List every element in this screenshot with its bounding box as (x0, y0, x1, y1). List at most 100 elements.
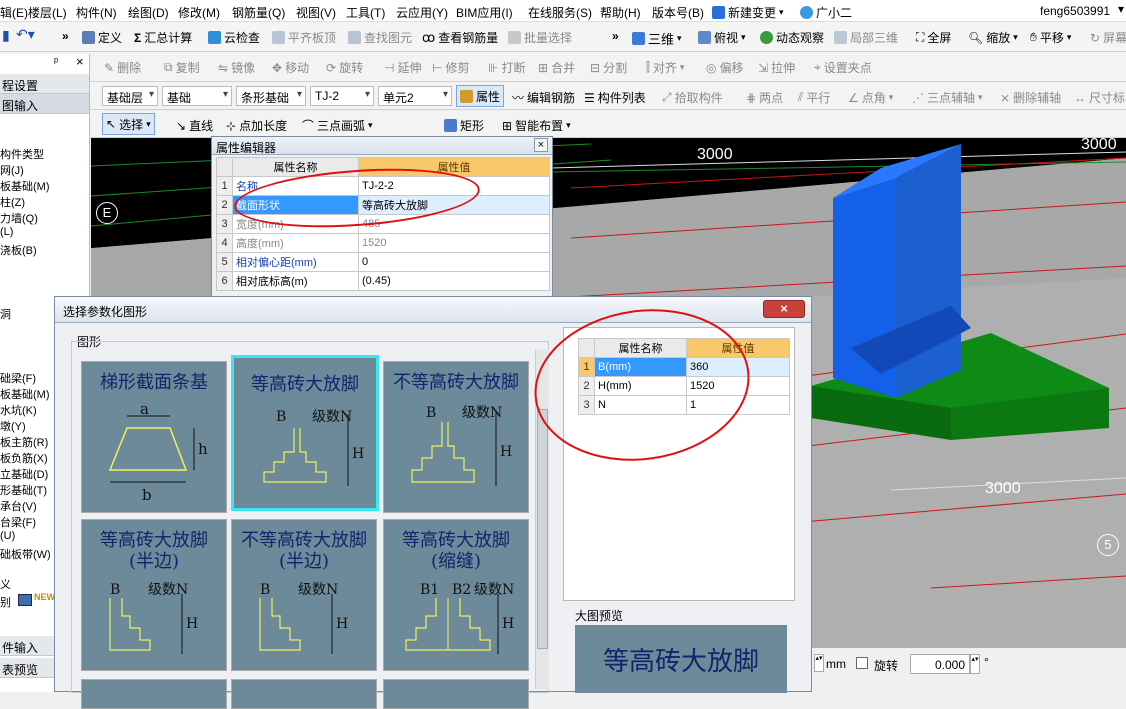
dynamic-view-button[interactable]: 动态观察 (760, 29, 824, 46)
flat-top-button[interactable]: 平齐板顶 (272, 29, 336, 46)
copy-button[interactable]: ⧉ 复制 (164, 59, 200, 76)
property-button[interactable]: 属性 (456, 85, 505, 107)
offset-button[interactable]: ◎ 偏移 (706, 59, 744, 76)
list-item[interactable]: 水坑(K) (0, 402, 37, 418)
shape-thumb-unequal-half[interactable]: 不等高砖大放脚(半边) B 级数N H (231, 519, 377, 671)
list-item[interactable]: 板基础(M) (0, 386, 50, 402)
list-item[interactable]: 承台(V) (0, 498, 37, 514)
pin-icon[interactable]: ᵖ (54, 56, 58, 68)
view-rebar-button[interactable]: ꝏ 查看钢筋量 (422, 29, 498, 46)
menu-floor[interactable]: 楼层(L) (28, 4, 67, 21)
rotate-checkbox[interactable] (856, 657, 868, 669)
select-button[interactable]: ↖ 选择 ▾ (102, 113, 155, 135)
shape-thumb-row3[interactable] (81, 679, 227, 709)
list-item[interactable]: 台梁(F) (0, 514, 36, 530)
menu-view[interactable]: 视图(V) (296, 4, 336, 21)
shape-thumb-row3[interactable] (231, 679, 377, 709)
stretch-button[interactable]: ⇲ 拉伸 (758, 59, 795, 76)
trim-button[interactable]: ⊢ 修剪 (432, 59, 469, 76)
floor-select[interactable]: 基础层 (102, 86, 158, 106)
rotate-spin-icon[interactable]: ▴▾ (970, 654, 980, 674)
list-item[interactable]: 网(J) (0, 162, 24, 178)
zoom-button[interactable]: 🔍︎ 缩放 ▾ (968, 29, 1018, 46)
pick-component-button[interactable]: ⤢ 拾取构件 (662, 89, 723, 106)
close-button[interactable]: × (763, 300, 805, 318)
screen-rotate-button[interactable]: ↻ 屏幕 (1090, 29, 1126, 46)
component-list-button[interactable]: ☰ 构件列表 (584, 89, 646, 106)
user-menu-chevron-icon[interactable]: ▾ (1118, 2, 1124, 16)
3d-button[interactable]: 三维 ▾ (632, 29, 682, 48)
shape-thumb-equal-brick-footing[interactable]: 等高砖大放脚 B 级数N H (231, 355, 379, 511)
menu-bim[interactable]: BIM应用(I) (456, 4, 513, 21)
point-length-button[interactable]: ⊹ 点加长度 (226, 117, 287, 134)
rect-button[interactable]: 矩形 (444, 117, 484, 134)
menu-help[interactable]: 帮助(H) (600, 4, 641, 21)
shape-thumb-unequal-brick-footing[interactable]: 不等高砖大放脚 B 级数N H (383, 361, 529, 513)
delete-aux-button[interactable]: ⨯ 删除辅轴 (1000, 89, 1061, 106)
list-item[interactable]: 础板带(W) (0, 546, 51, 562)
menu-version[interactable]: 版本号(B) (652, 4, 704, 21)
menu-draw[interactable]: 绘图(D) (128, 4, 169, 21)
extend-button[interactable]: ⊣ 延伸 (384, 59, 421, 76)
table-row[interactable]: 5 相对偏心距(mm) 0 (216, 252, 550, 272)
rotate-button[interactable]: ⟳ 旋转 (326, 59, 363, 76)
split-button[interactable]: ⊟ 分割 (590, 59, 627, 76)
two-points-button[interactable]: ⋕ 两点 (746, 89, 783, 106)
set-grip-button[interactable]: ⌖ 设置夹点 (814, 59, 872, 76)
menu-online[interactable]: 在线服务(S) (528, 4, 592, 21)
cloud-check-button[interactable]: 云检查 (208, 29, 260, 46)
smart-layout-button[interactable]: ⊞ 智能布置 ▾ (502, 117, 571, 134)
unit-select[interactable]: 单元2 (378, 86, 452, 106)
tab-project-settings[interactable]: 程设置 (0, 74, 89, 94)
overflow-chevron-icon[interactable]: » (62, 29, 69, 43)
list-item[interactable]: 洞 (0, 306, 11, 322)
close-icon[interactable]: × (534, 138, 548, 152)
list-item[interactable]: 板主筋(R) (0, 434, 48, 450)
point-angle-button[interactable]: ∠ 点角 ▾ (848, 89, 893, 106)
dimension-button[interactable]: ↔ 尺寸标 (1074, 89, 1125, 106)
table-row[interactable]: 4 高度(mm) 1520 (216, 233, 550, 253)
property-editor-titlebar[interactable]: 属性编辑器 × (212, 137, 552, 155)
menu-modify[interactable]: 修改(M) (178, 4, 220, 21)
list-item[interactable]: 形基础(T) (0, 482, 47, 498)
user-name[interactable]: feng6503991 (1040, 4, 1110, 18)
list-item[interactable]: (L) (0, 226, 13, 238)
spin-icon[interactable]: ▴▾ (814, 654, 824, 672)
full-screen-button[interactable]: ⛶ 全屏 (916, 29, 951, 46)
define-button[interactable]: 定义 (82, 29, 122, 46)
move-button[interactable]: ✥ 移动 (272, 59, 309, 76)
sum-calc-button[interactable]: Σ 汇总计算 (134, 29, 192, 46)
break-button[interactable]: ⊪ 打断 (488, 59, 525, 76)
undo-icon[interactable]: ↶▾ (16, 26, 35, 43)
batch-select-button[interactable]: 批量选择 (508, 29, 572, 46)
list-item[interactable]: 力墙(Q) (0, 210, 38, 226)
top-view-button[interactable]: 俯视 ▾ (698, 29, 746, 46)
list-item[interactable]: 别 (0, 594, 11, 610)
menu-component[interactable]: 构件(N) (76, 4, 117, 21)
rotate-input[interactable]: 0.000 (910, 654, 970, 674)
tab-drawing-input[interactable]: 图输入 (0, 94, 89, 114)
assistant-button[interactable]: 广小二 (800, 4, 852, 21)
list-item[interactable]: (U) (0, 530, 15, 542)
local-3d-button[interactable]: 局部三维 (834, 29, 898, 46)
type-select[interactable]: 条形基础 (236, 86, 306, 106)
element-select[interactable]: TJ-2 (310, 86, 374, 106)
scrollbar-thumb[interactable] (537, 409, 548, 649)
delete-button[interactable]: ✎ 删除 (104, 59, 141, 76)
menu-tools[interactable]: 工具(T) (346, 4, 385, 21)
category-select[interactable]: 基础 (162, 86, 232, 106)
list-item[interactable]: 构件类型 (0, 146, 44, 162)
new-change-button[interactable]: 新建变更 ▾ (712, 4, 784, 21)
parallel-button[interactable]: ⫽ 平行 (798, 89, 830, 106)
shape-thumb-row3[interactable] (383, 679, 529, 709)
align-button[interactable]: ⫿ 对齐 ▾ (646, 59, 684, 76)
list-item[interactable]: 础梁(F) (0, 370, 36, 386)
list-item[interactable]: 板负筋(X) (0, 450, 48, 466)
menu-cloud[interactable]: 云应用(Y) (396, 4, 448, 21)
close-icon[interactable]: × (76, 54, 84, 69)
list-item[interactable]: 板基础(M) (0, 178, 50, 194)
arc-button[interactable]: ⌒ 三点画弧 ▾ (302, 117, 373, 134)
shape-thumb-equal-half[interactable]: 等高砖大放脚(半边) B 级数N H (81, 519, 227, 671)
find-element-button[interactable]: 查找图元 (348, 29, 412, 46)
merge-button[interactable]: ⊞ 合并 (538, 59, 575, 76)
